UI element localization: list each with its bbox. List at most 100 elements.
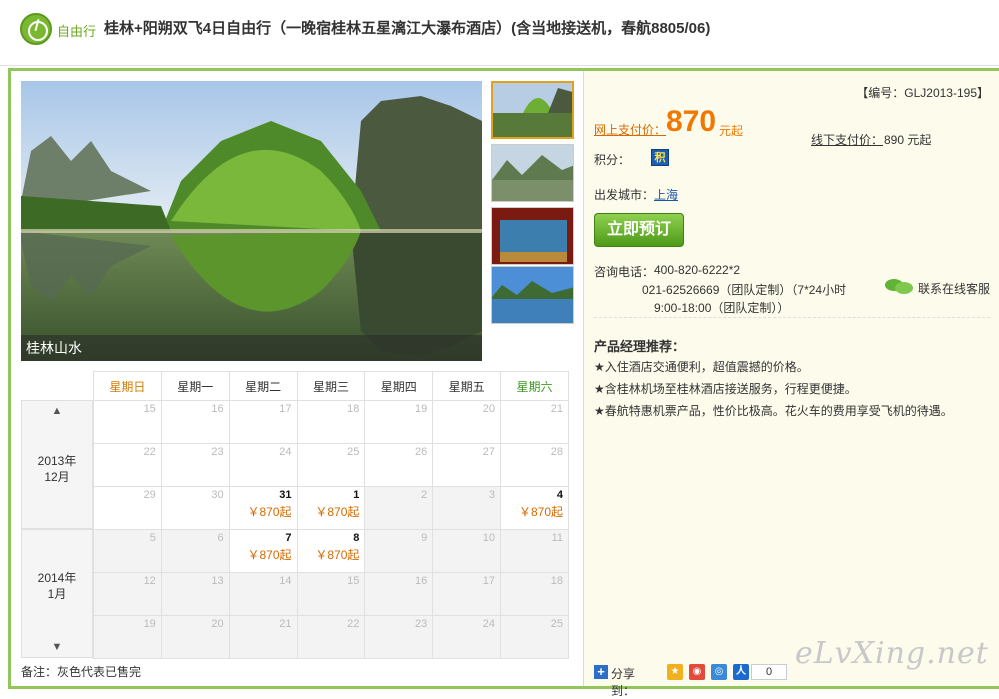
calendar-day-number: 4 bbox=[556, 489, 563, 501]
calendar-day-cell: 27 bbox=[432, 443, 502, 487]
calendar-day-cell: 21 bbox=[500, 400, 569, 444]
calendar-day-cell: 17 bbox=[228, 400, 298, 444]
calendar-day-cell: 14 bbox=[228, 572, 298, 616]
calendar-day-number: 3 bbox=[488, 489, 496, 501]
calendar-day-cell: 15 bbox=[296, 572, 366, 616]
calendar-day-number: 23 bbox=[211, 446, 224, 458]
calendar-day-cell: 19 bbox=[364, 400, 434, 444]
landscape-image bbox=[21, 81, 482, 361]
calendar-day-number: 22 bbox=[347, 618, 360, 630]
online-price: 870 bbox=[666, 105, 717, 138]
calendar-day-number: 24 bbox=[279, 446, 292, 458]
thumbnail-3[interactable] bbox=[491, 207, 574, 265]
calendar-day-price[interactable]: ￥870起 bbox=[298, 503, 359, 520]
thumb-river-image bbox=[492, 145, 573, 201]
calendar-day-price[interactable]: ￥870起 bbox=[230, 503, 291, 520]
calendar-day-cell: 24 bbox=[432, 615, 502, 659]
calendar-day-cell: 16 bbox=[160, 400, 230, 444]
share-label: 分享到： bbox=[611, 667, 636, 698]
calendar-day-number: 19 bbox=[143, 618, 156, 630]
recommend-item: ★入住酒店交通便利，超值震撼的价格。 bbox=[594, 360, 809, 374]
calendar-day-number: 17 bbox=[482, 575, 496, 587]
calendar-day-number: 18 bbox=[550, 575, 563, 587]
calendar-day-number: 25 bbox=[550, 618, 563, 630]
calendar-day-cell: 29 bbox=[93, 486, 162, 530]
offline-price: 890 元起 bbox=[884, 133, 932, 147]
calendar-day-cell: 21 bbox=[228, 615, 298, 659]
product-frame: 桂林山水 ▲ 2013年 12月 2014年 1月 ▼ 星期日 星期一 星期二 … bbox=[8, 68, 999, 698]
thumb-lake-image bbox=[492, 267, 573, 323]
calendar-day-cell: 6 bbox=[160, 529, 230, 573]
calendar-day-cell: 22 bbox=[93, 443, 162, 487]
weibo-icon[interactable]: ◉ bbox=[689, 664, 705, 680]
calendar-day-cell[interactable]: 31 ￥870起 bbox=[228, 486, 298, 530]
month-dec-2013: ▲ 2013年 12月 bbox=[21, 400, 93, 529]
points-label: 积分： bbox=[594, 153, 631, 167]
calendar-day-cell[interactable]: 1 ￥870起 bbox=[296, 486, 366, 530]
hotline-number: 400-820-6222*2 bbox=[654, 263, 741, 277]
main-photo[interactable]: 桂林山水 bbox=[21, 81, 482, 361]
page-title: 桂林+阳朔双飞4日自由行（一晚宿桂林五星漓江大瀑布酒店）(含当地接送机，春航88… bbox=[104, 20, 711, 37]
calendar-day-number: 22 bbox=[143, 446, 156, 458]
month-jan-2014: 2014年 1月 ▼ bbox=[21, 529, 93, 658]
calendar-day-price[interactable]: ￥870起 bbox=[501, 503, 563, 520]
chat-bubble-icon[interactable] bbox=[884, 278, 914, 296]
calendar-day-price[interactable]: ￥870起 bbox=[298, 546, 359, 563]
recommend-title: 产品经理推荐： bbox=[594, 339, 686, 354]
weekday-header: 星期日 星期一 星期二 星期三 星期四 星期五 星期六 bbox=[93, 371, 569, 401]
calendar-day-cell: 16 bbox=[364, 572, 434, 616]
weekday-tue: 星期二 bbox=[228, 371, 298, 401]
plus-icon[interactable]: + bbox=[594, 665, 608, 679]
calendar-day-number: 17 bbox=[279, 403, 292, 415]
calendar-day-cell: 20 bbox=[432, 400, 502, 444]
month-label: 2014年 1月 bbox=[37, 571, 77, 601]
calendar-day-cell[interactable]: 8 ￥870起 bbox=[296, 529, 366, 573]
calendar-day-cell: 22 bbox=[296, 615, 366, 659]
calendar-day-cell: 26 bbox=[364, 443, 434, 487]
calendar-day-cell[interactable]: 4 ￥870起 bbox=[500, 486, 569, 530]
calendar-day-cell: 23 bbox=[160, 443, 230, 487]
online-support-link[interactable]: 联系在线客服 bbox=[918, 280, 990, 297]
calendar-day-number: 24 bbox=[482, 618, 496, 630]
weekday-thu: 星期四 bbox=[364, 371, 434, 401]
calendar-day-cell[interactable]: 7 ￥870起 bbox=[228, 529, 298, 573]
departure-city-link[interactable]: 上海 bbox=[654, 186, 678, 203]
offline-price-label[interactable]: 线下支付价： bbox=[811, 131, 883, 148]
calendar-day-price[interactable]: ￥870起 bbox=[230, 546, 291, 563]
hotline-hours: 9:00-18:00（团队定制）） bbox=[654, 301, 790, 315]
calendar-note: 备注：灰色代表已售完 bbox=[21, 665, 142, 679]
calendar-day-number: 29 bbox=[143, 489, 156, 501]
thumbnail-4[interactable] bbox=[491, 266, 574, 324]
renren-icon[interactable]: 人 bbox=[733, 664, 749, 680]
online-price-label[interactable]: 网上支付价： bbox=[594, 121, 666, 138]
calendar-week-row: 15 16 17 18 19 20 21 bbox=[93, 400, 569, 444]
calendar-day-number: 20 bbox=[482, 403, 496, 415]
calendar-day-cell: 11 bbox=[500, 529, 569, 573]
calendar-day-number: 18 bbox=[347, 403, 360, 415]
month-prev-arrow-icon[interactable]: ▲ bbox=[22, 405, 92, 417]
calendar-day-cell: 30 bbox=[160, 486, 230, 530]
calendar-day-number: 16 bbox=[414, 575, 428, 587]
calendar-day-cell: 25 bbox=[296, 443, 366, 487]
book-now-button[interactable]: 立即预订 bbox=[594, 213, 684, 247]
thumbnail-2[interactable] bbox=[491, 144, 574, 202]
hotline-label: 咨询电话： bbox=[594, 265, 655, 279]
online-price-unit: 元起 bbox=[719, 124, 744, 138]
calendar-day-number: 2 bbox=[421, 489, 428, 501]
qzone-star-icon[interactable]: ★ bbox=[667, 664, 683, 680]
calendar-day-number: 14 bbox=[279, 575, 292, 587]
calendar-week-row: 5 6 7 ￥870起 8 ￥870起 9 10 11 bbox=[93, 529, 569, 573]
calendar-week-row: 19 20 21 22 23 24 25 bbox=[93, 615, 569, 659]
calendar-day-number: 8 bbox=[353, 532, 360, 544]
calendar-grid: 星期日 星期一 星期二 星期三 星期四 星期五 星期六 15 16 17 18 19 20… bbox=[93, 371, 569, 659]
thumbnail-1[interactable] bbox=[491, 81, 574, 139]
month-next-arrow-icon[interactable]: ▼ bbox=[22, 641, 92, 653]
tencent-weibo-icon[interactable]: ◎ bbox=[711, 664, 727, 680]
share-count: 0 bbox=[751, 664, 787, 680]
weekday-wed: 星期三 bbox=[296, 371, 366, 401]
calendar-day-cell: 15 bbox=[93, 400, 162, 444]
weekday-sat: 星期六 bbox=[500, 371, 569, 401]
calendar-day-cell: 18 bbox=[500, 572, 569, 616]
site-watermark: eLvXing.net bbox=[795, 636, 989, 671]
calendar-week-row: 12 13 14 15 16 17 18 bbox=[93, 572, 569, 616]
